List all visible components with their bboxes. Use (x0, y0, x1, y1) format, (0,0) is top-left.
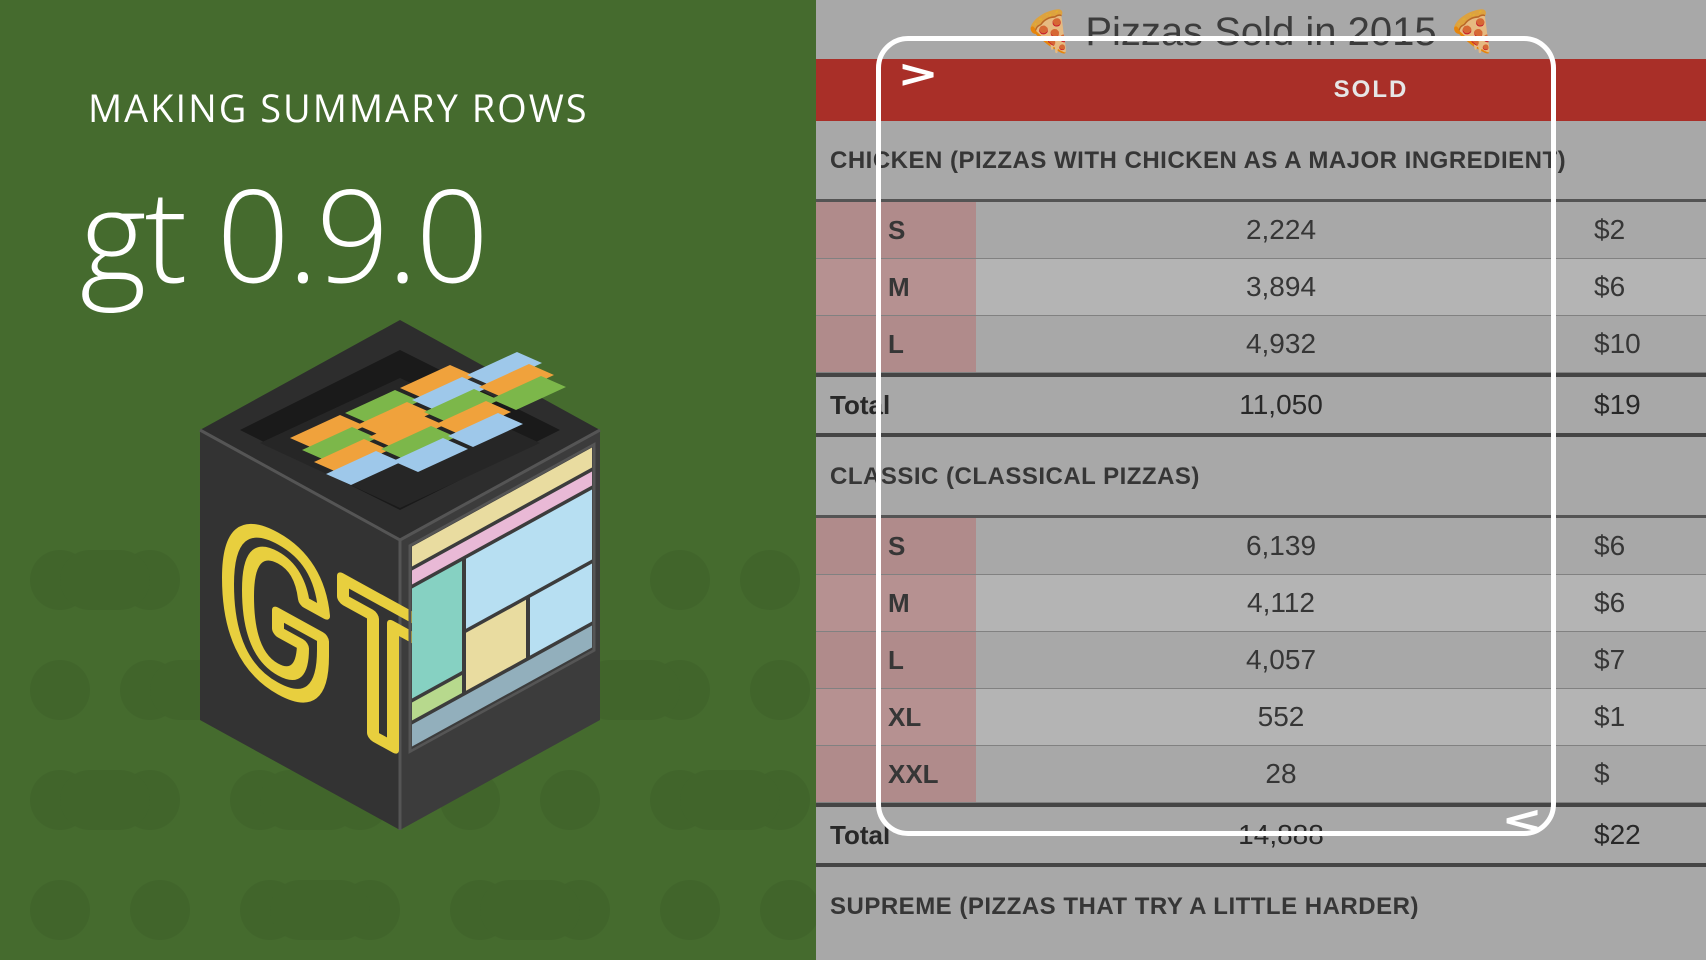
sold-cell: 3,894 (976, 271, 1586, 303)
gt-cube-icon (180, 310, 620, 860)
table-row: XL552$1 (816, 689, 1706, 746)
income-cell: $7 (1586, 644, 1706, 676)
promo-title: gt 0.9.0 (80, 145, 487, 320)
size-cell: XXL (816, 746, 976, 802)
income-cell: $6 (1586, 587, 1706, 619)
promo-subtitle: MAKING SUMMARY ROWS (88, 82, 589, 134)
income-cell: $ (1586, 758, 1706, 790)
income-cell: $6 (1586, 271, 1706, 303)
income-cell: $2 (1586, 214, 1706, 246)
col-header-sold: SOLD (816, 76, 1706, 104)
total-row: Total14,888$22 (816, 803, 1706, 867)
total-income: $19 (1586, 389, 1706, 421)
total-income: $22 (1586, 819, 1706, 851)
table-panel: 🍕 Pizzas Sold in 2015 🍕 SOLD CHICKEN (PI… (816, 0, 1706, 960)
size-cell: M (816, 259, 976, 315)
total-sold: 11,050 (976, 389, 1586, 421)
size-cell: XL (816, 689, 976, 745)
sold-cell: 552 (976, 701, 1586, 733)
frame-mark-bottom: < (1504, 799, 1540, 841)
total-sold: 14,888 (976, 819, 1586, 851)
size-cell: S (816, 518, 976, 574)
sold-cell: 4,112 (976, 587, 1586, 619)
size-cell: S (816, 202, 976, 258)
table-title: 🍕 Pizzas Sold in 2015 🍕 (816, 0, 1706, 59)
income-cell: $6 (1586, 530, 1706, 562)
promo-panel: MAKING SUMMARY ROWS gt 0.9.0 (0, 0, 816, 960)
table-row: S2,224$2 (816, 202, 1706, 259)
sold-cell: 4,057 (976, 644, 1586, 676)
sold-cell: 28 (976, 758, 1586, 790)
table-row: M3,894$6 (816, 259, 1706, 316)
total-label: Total (816, 820, 976, 851)
table-row: L4,932$10 (816, 316, 1706, 373)
total-label: Total (816, 390, 976, 421)
group-label: CLASSIC (CLASSICAL PIZZAS) (816, 437, 1706, 518)
size-cell: L (816, 632, 976, 688)
sold-cell: 4,932 (976, 328, 1586, 360)
table-row: XXL28$ (816, 746, 1706, 803)
sold-cell: 6,139 (976, 530, 1586, 562)
group-label: SUPREME (PIZZAS THAT TRY A LITTLE HARDER… (816, 867, 1706, 945)
table-row: M4,112$6 (816, 575, 1706, 632)
total-row: Total11,050$19 (816, 373, 1706, 437)
size-cell: M (816, 575, 976, 631)
income-cell: $10 (1586, 328, 1706, 360)
table-header: SOLD (816, 59, 1706, 121)
table-row: L4,057$7 (816, 632, 1706, 689)
income-cell: $1 (1586, 701, 1706, 733)
group-label: CHICKEN (PIZZAS WITH CHICKEN AS A MAJOR … (816, 121, 1706, 202)
sold-cell: 2,224 (976, 214, 1586, 246)
table-row: S6,139$6 (816, 518, 1706, 575)
frame-mark-top: > (900, 53, 936, 95)
size-cell: L (816, 316, 976, 372)
